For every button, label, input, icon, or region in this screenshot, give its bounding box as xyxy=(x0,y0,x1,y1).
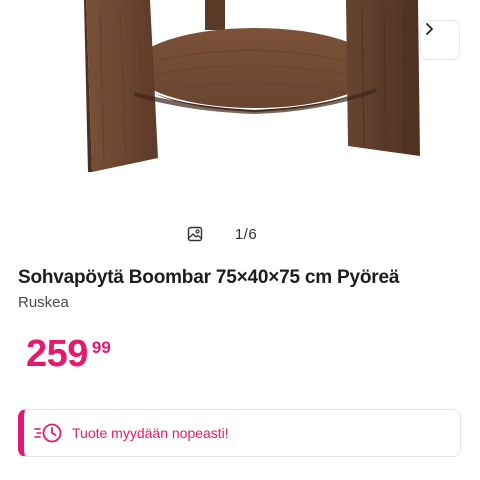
product-image-gallery[interactable] xyxy=(0,0,480,210)
price-integer: 259 xyxy=(26,333,88,375)
image-gallery-icon[interactable] xyxy=(187,226,203,242)
product-title: Sohvapöytä Boombar 75×40×75 cm Pyöreä xyxy=(18,267,400,288)
gallery-counter: 1/6 xyxy=(0,222,480,246)
product-color: Ruskea xyxy=(18,294,69,311)
badge-text: Tuote myydään nopeasti! xyxy=(72,425,229,441)
fast-clock-icon xyxy=(34,422,64,444)
price-decimals: 99 xyxy=(91,338,111,357)
selling-fast-badge: Tuote myydään nopeasti! xyxy=(18,409,461,457)
product-image xyxy=(84,0,420,172)
product-price: 259 99 xyxy=(26,334,111,374)
next-image-button[interactable] xyxy=(420,20,460,60)
image-counter: 1/6 xyxy=(234,225,258,243)
